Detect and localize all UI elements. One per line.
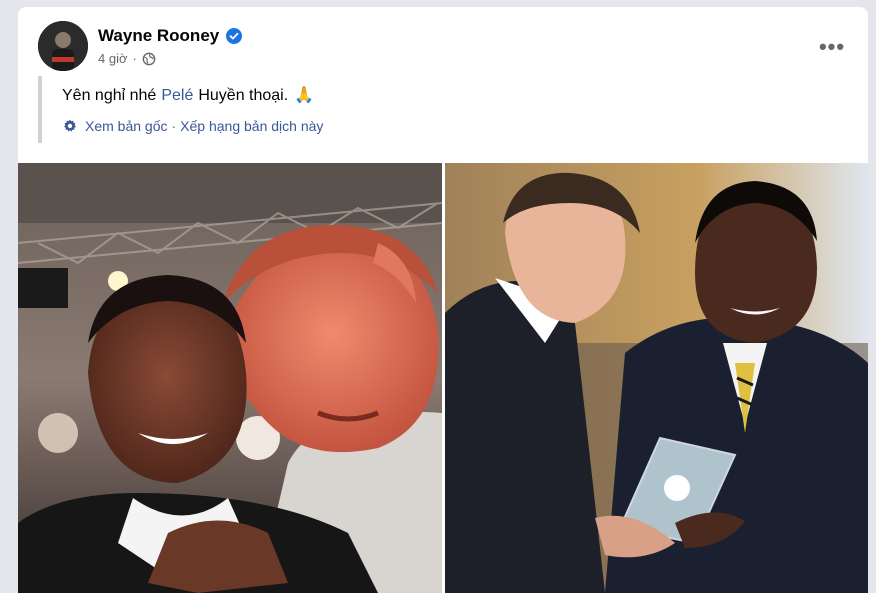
photo-award[interactable] [445,163,868,593]
author-name[interactable]: Wayne Rooney [98,26,219,46]
author-avatar[interactable] [38,21,88,71]
more-options-button[interactable]: ••• [816,31,848,63]
post-text-end: Huyền thoại. [198,87,289,104]
gear-icon [64,119,76,132]
meta-separator: · [132,51,137,66]
mention-link[interactable]: Pelé [161,86,193,106]
post-card: Wayne Rooney 4 giờ · ••• Yên nghỉ nhé Pe… [18,7,868,593]
translation-row: Xem bản gốc · Xếp hạng bản dịch này [62,118,538,134]
photo-grid [18,163,868,593]
see-original-link[interactable]: Xem bản gốc [85,118,168,134]
photo-selfie[interactable] [18,163,442,593]
post-meta: 4 giờ · [98,51,156,66]
post-body: Yên nghỉ nhé Pelé Huyền thoại. 🙏 Xem bản… [38,76,538,143]
post-header: Wayne Rooney 4 giờ · ••• [38,21,848,73]
rate-translation-link[interactable]: Xếp hạng bản dịch này [180,118,323,134]
translation-separator: · [171,118,177,134]
globe-icon[interactable] [142,52,156,66]
praying-hands-emoji: 🙏 [294,87,315,104]
post-timestamp[interactable]: 4 giờ [98,51,128,66]
post-text-start: Yên nghỉ nhé [62,87,157,104]
post-text: Yên nghỉ nhé Pelé Huyền thoại. 🙏 [62,86,538,106]
verified-badge-icon [226,28,243,44]
author-row: Wayne Rooney [98,24,243,48]
